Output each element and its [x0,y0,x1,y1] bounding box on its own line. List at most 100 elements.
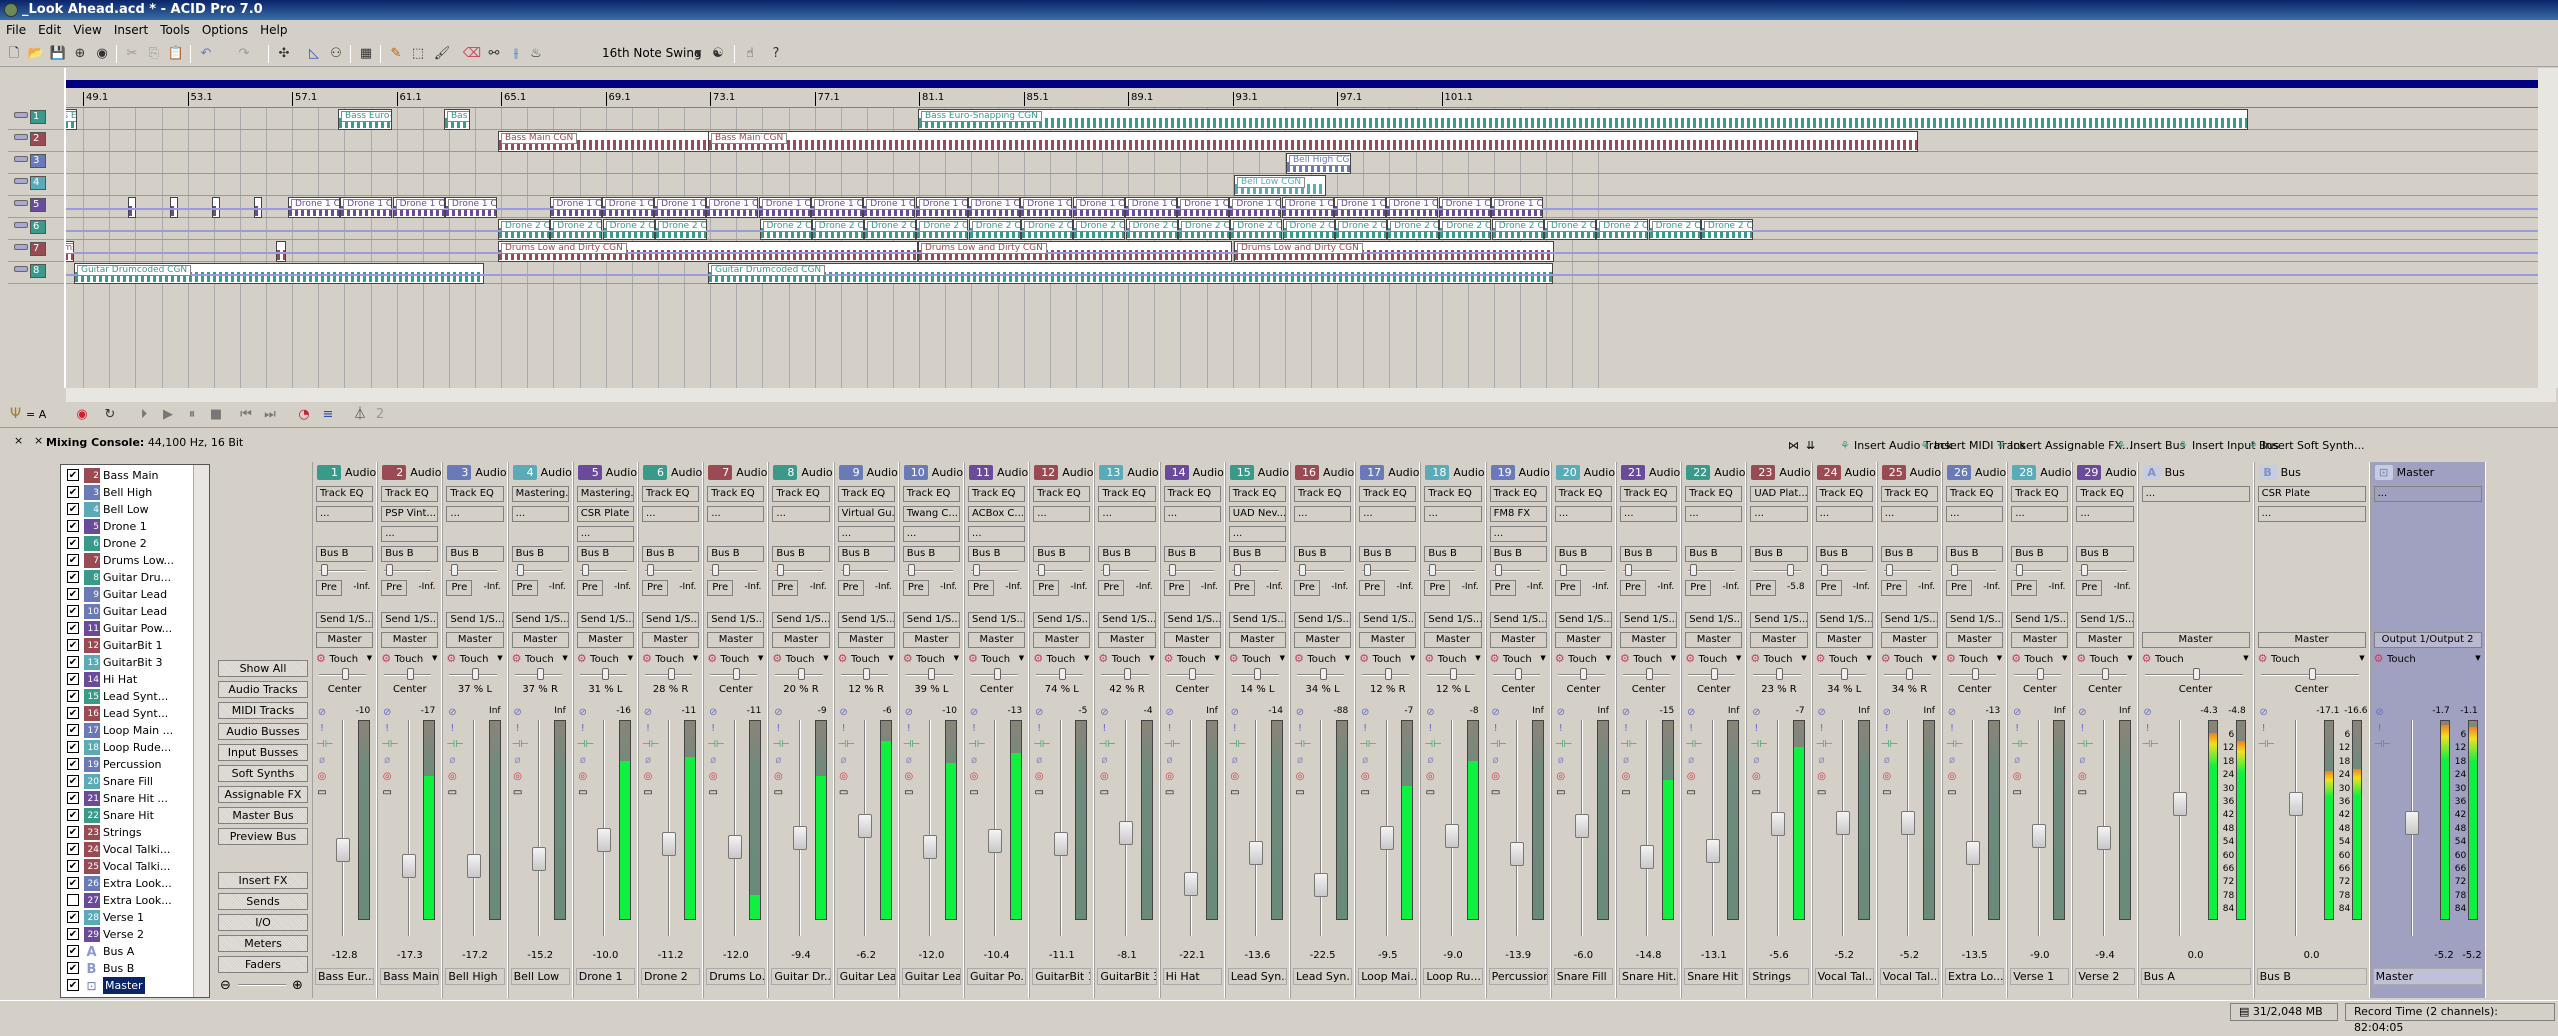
solo-icon[interactable]: ! [903,722,915,735]
loop-region-bar[interactable] [66,80,2538,88]
track-list-item[interactable]: ✔ 12 GuitarBit 1 [65,637,190,654]
bus-assign[interactable]: Bus B [511,546,569,562]
dropdown-arrow-icon[interactable]: ▼ [954,654,959,662]
dropdown-arrow-icon[interactable]: ▼ [758,654,763,662]
count-in-icon[interactable]: 2 [370,405,390,425]
fx-slot[interactable]: Track EQ [1098,486,1156,502]
fx-bypass-icon[interactable]: ø [1490,754,1502,767]
automation-mode[interactable]: ⚙ Touch [1033,652,1075,665]
strip-header[interactable]: 6 Audio [641,464,702,482]
visibility-checkbox[interactable]: ✔ [67,503,79,515]
track-list-item[interactable]: ✔ 3 Bell High [65,484,190,501]
pre-post-toggle[interactable]: Pre [1685,580,1712,596]
send-select[interactable]: Send 1/S... [902,612,960,628]
timeline[interactable]: 49.1 53.1 57.1 61.1 65.1 69.1 73.1 77.1 81.1 85.1… [66,68,2538,388]
phase-icon[interactable]: ⊣⊢ [446,738,463,751]
menu-edit[interactable]: Edit [38,23,61,37]
go-to-start-icon[interactable]: ⏮ [236,405,256,425]
mute-icon[interactable]: ⊘ [1359,706,1371,719]
pan-knob[interactable] [341,668,349,680]
pan-knob[interactable] [1841,668,1849,680]
output-select[interactable]: Master [1163,632,1221,648]
strip-header[interactable]: 3 Audio [445,464,507,482]
pre-post-toggle[interactable]: Pre [1424,580,1451,596]
fx-slot[interactable]: ... [1620,506,1678,522]
send-select[interactable]: Send 1/S... [511,612,569,628]
audio-clip[interactable]: Drone 1 CGN [288,197,340,218]
pre-post-toggle[interactable]: Pre [316,580,342,596]
visibility-checkbox[interactable]: ✔ [67,690,79,702]
mute-icon[interactable]: ⊘ [446,706,458,719]
strip-name[interactable]: Bell High [445,968,505,985]
audio-clip[interactable]: Drone 2 CGN [1021,219,1073,240]
solo-icon[interactable]: ! [1685,722,1697,735]
fx-bypass-icon[interactable]: ø [1294,754,1306,767]
dropdown-arrow-icon[interactable]: ▼ [1997,654,2002,662]
bus-assign[interactable]: Bus B [1424,546,1482,562]
audio-clip[interactable]: Drums L [66,241,74,262]
pre-post-toggle[interactable]: Pre [1620,580,1646,596]
send-knob[interactable] [973,564,980,576]
new-icon[interactable]: 🗋 [4,44,24,64]
fx-slot[interactable]: Track EQ [316,486,374,502]
fx-bypass-icon[interactable]: ø [1229,754,1241,767]
pre-post-toggle[interactable]: Pre [707,580,734,596]
input-monitor-icon[interactable]: ▭ [1685,786,1697,799]
help-icon[interactable]: ? [766,44,786,64]
solo-icon[interactable]: ! [1881,722,1893,735]
strip-name[interactable]: Bass Eur... [315,968,375,985]
track-list-item[interactable]: ✔ 25 Vocal Talki... [65,858,190,875]
pan-knob[interactable] [1449,668,1457,680]
strip-header[interactable]: 24 Audio [1815,464,1876,482]
pre-post-toggle[interactable]: Pre [1946,580,1972,596]
menu-options[interactable]: Options [202,23,248,37]
bus-assign[interactable]: Bus B [1098,546,1156,562]
send-knob[interactable] [386,564,394,576]
arm-record-icon[interactable]: ◎ [2011,770,2023,783]
automation-mode[interactable]: ⚙ Touch [707,652,749,665]
automation-mode[interactable]: ⚙ Touch [2142,652,2184,665]
volume-fader[interactable] [727,835,742,860]
visibility-checkbox[interactable]: ✔ [67,724,79,736]
lock-envelopes-icon[interactable]: ⚇ [326,44,346,64]
phase-icon[interactable]: ⊣⊢ [1816,738,1833,751]
visibility-checkbox[interactable]: ✔ [67,979,79,991]
send-knob[interactable] [1690,564,1698,576]
visibility-checkbox[interactable]: ✔ [67,486,79,498]
fx-slot[interactable]: ... [968,526,1026,542]
strip-name[interactable]: Verse 1 [2010,968,2070,985]
go-to-end-icon[interactable]: ⏭ [260,405,280,425]
pan-knob[interactable] [2192,668,2200,680]
volume-fader[interactable] [662,832,677,857]
audio-clip[interactable]: Drone 2 CGN [498,219,550,240]
audio-clip[interactable]: Drone 2 CGN [1125,219,1178,240]
input-monitor-icon[interactable]: ▭ [1946,786,1958,799]
output-select[interactable]: Master [1620,632,1678,648]
mute-icon[interactable]: ⊘ [2076,706,2088,719]
send-knob[interactable] [777,564,785,576]
fx-slot[interactable]: Track EQ [1946,486,2004,502]
fx-slot[interactable]: ... [1294,506,1352,522]
audio-clip[interactable]: Drone 2 CGN [1648,219,1701,240]
volume-fader[interactable] [1705,839,1720,864]
volume-fader[interactable] [1314,873,1329,897]
fx-slot[interactable]: Mastering... [576,486,634,502]
automation-mode[interactable]: ⚙ Touch [1946,652,1988,665]
audio-clip[interactable]: Bass Eur [66,109,77,130]
dropdown-arrow-icon[interactable]: ▼ [1084,654,1089,662]
volume-fader[interactable] [1379,826,1394,851]
strip-header[interactable]: 25 Audio [1880,464,1941,482]
mute-icon[interactable]: ⊘ [1164,706,1176,719]
strip-header[interactable]: 19 Audio [1489,464,1550,482]
strip-name[interactable]: Drums Lo... [706,968,766,985]
bus-assign[interactable]: Bus B [1294,546,1352,562]
audio-clip[interactable]: Drone 1 CGN [549,197,602,218]
audio-clip[interactable]: Drone 2 CGN [1544,219,1596,240]
track-list-item[interactable]: ✔ B Bus B [65,960,190,977]
mute-icon[interactable]: ⊘ [1685,706,1697,719]
fx-slot[interactable]: ... [2257,506,2366,522]
strip-header[interactable]: 2 Audio [380,464,441,482]
send-knob[interactable] [1364,564,1372,576]
fx-bypass-icon[interactable]: ø [1424,754,1436,767]
automation-mode[interactable]: ⚙ Touch [772,652,814,665]
